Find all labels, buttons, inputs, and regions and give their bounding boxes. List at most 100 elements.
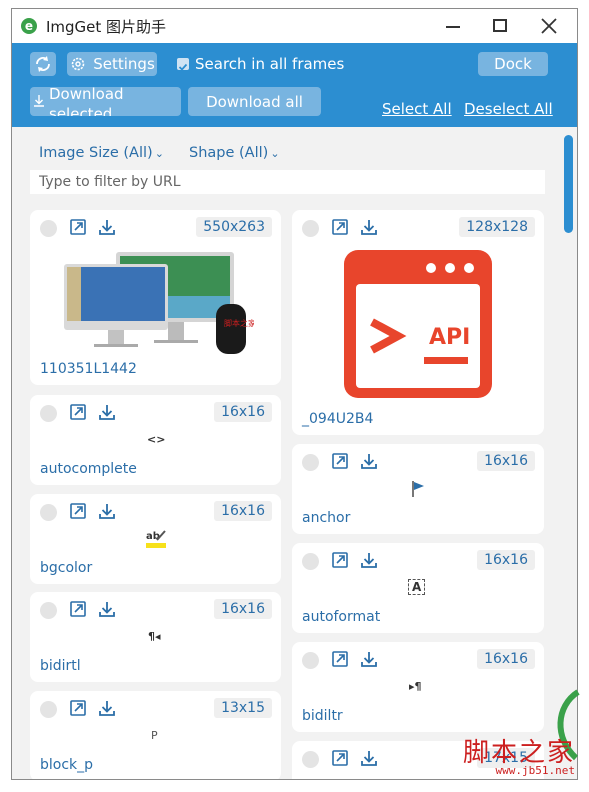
- download-icon[interactable]: [360, 749, 378, 767]
- select-radio[interactable]: [302, 652, 319, 669]
- block-p-thumbnail: P: [151, 729, 158, 742]
- open-external-icon[interactable]: [331, 452, 349, 470]
- chevron-down-icon: ⌄: [270, 147, 280, 160]
- open-external-icon[interactable]: [331, 650, 349, 668]
- select-radio[interactable]: [302, 454, 319, 471]
- deselect-all-link[interactable]: Deselect All: [464, 100, 553, 118]
- download-icon[interactable]: [360, 650, 378, 668]
- download-all-button[interactable]: Download all: [188, 87, 321, 116]
- image-size-badge: 16x16: [214, 599, 272, 619]
- image-card[interactable]: 128x128 API _094U2B4: [292, 210, 544, 435]
- download-icon[interactable]: [98, 699, 116, 717]
- select-radio[interactable]: [302, 220, 319, 237]
- gear-icon: [71, 57, 85, 71]
- dock-button[interactable]: Dock: [478, 52, 548, 76]
- image-size-badge: 16x16: [214, 402, 272, 422]
- open-external-icon[interactable]: [69, 218, 87, 236]
- refresh-button[interactable]: [30, 52, 56, 76]
- image-card[interactable]: 16x16 <> autocomplete: [30, 395, 281, 485]
- select-radio[interactable]: [302, 553, 319, 570]
- image-name: 110351L1442: [40, 361, 137, 377]
- image-size-badge: 16x16: [477, 550, 535, 570]
- maximize-icon: [493, 19, 507, 32]
- select-radio[interactable]: [40, 701, 57, 718]
- shape-dropdown[interactable]: Shape (All) ⌄: [189, 145, 280, 161]
- select-all-link[interactable]: Select All: [382, 100, 452, 118]
- open-external-icon[interactable]: [69, 502, 87, 520]
- download-icon[interactable]: [98, 403, 116, 421]
- download-icon[interactable]: [360, 452, 378, 470]
- close-icon: [541, 18, 557, 34]
- image-name: bidirtl: [40, 658, 81, 674]
- image-name: autoformat: [302, 609, 381, 625]
- minimize-icon: [446, 26, 460, 28]
- open-external-icon[interactable]: [331, 749, 349, 767]
- image-card[interactable]: 550x263 脚本之家 110351L1442: [30, 210, 281, 385]
- image-size-badge: 13x15: [214, 698, 272, 718]
- image-name: block_p: [40, 757, 94, 773]
- imgget-window: e ImgGet 图片助手 Settings Search in all fra…: [11, 8, 578, 780]
- image-name: _094U2B4: [302, 411, 374, 427]
- image-card[interactable]: 16x16 A autoformat: [292, 543, 544, 633]
- image-size-badge: 16x16: [477, 649, 535, 669]
- select-radio[interactable]: [40, 602, 57, 619]
- search-frames-label: Search in all frames: [195, 55, 345, 73]
- flag-icon: [412, 481, 424, 497]
- download-icon[interactable]: [360, 218, 378, 236]
- image-name: bgcolor: [40, 560, 93, 576]
- select-radio[interactable]: [40, 405, 57, 422]
- open-external-icon[interactable]: [69, 699, 87, 717]
- window-title: ImgGet 图片助手: [46, 18, 167, 36]
- download-selected-button[interactable]: Download selected: [30, 87, 181, 116]
- watermark-url: www.jb51.net: [495, 764, 575, 777]
- image-card[interactable]: 16x16 anchor: [292, 444, 544, 534]
- image-size-badge: 16x16: [214, 501, 272, 521]
- download-icon: [34, 95, 44, 107]
- app-logo-icon: e: [21, 18, 37, 34]
- bidirtl-thumbnail: ¶◂: [148, 630, 161, 643]
- url-filter-input[interactable]: [30, 170, 545, 194]
- autocomplete-thumbnail: <>: [147, 433, 166, 446]
- image-size-badge: 550x263: [196, 217, 272, 237]
- settings-button[interactable]: Settings: [67, 52, 157, 76]
- open-external-icon[interactable]: [331, 551, 349, 569]
- maximize-button[interactable]: [483, 13, 517, 39]
- open-external-icon[interactable]: [331, 218, 349, 236]
- image-size-badge: 128x128: [459, 217, 535, 237]
- download-icon[interactable]: [360, 551, 378, 569]
- image-name: bidiltr: [302, 708, 343, 724]
- image-name: anchor: [302, 510, 351, 526]
- api-thumbnail-text: API: [429, 325, 470, 350]
- image-size-label: Image Size (All): [39, 145, 153, 161]
- close-button[interactable]: [532, 13, 566, 39]
- image-card[interactable]: 16x16 ▸¶ bidiltr: [292, 642, 544, 732]
- search-frames-checkbox[interactable]: [177, 58, 189, 71]
- image-card[interactable]: 13x15 P block_p: [30, 691, 281, 779]
- minimize-button[interactable]: [436, 13, 470, 39]
- svg-text:脚本之家: 脚本之家: [224, 318, 254, 328]
- checkmark-icon: [178, 63, 188, 71]
- download-icon[interactable]: [98, 218, 116, 236]
- open-external-icon[interactable]: [69, 403, 87, 421]
- download-icon[interactable]: [98, 600, 116, 618]
- open-external-icon[interactable]: [69, 600, 87, 618]
- shape-label: Shape (All): [189, 145, 269, 161]
- bidiltr-thumbnail: ▸¶: [409, 680, 422, 693]
- toolbar: Settings Search in all frames Dock Downl…: [12, 43, 577, 127]
- chevron-down-icon: ⌄: [154, 147, 164, 160]
- image-card[interactable]: 16x16 ab bgcolor: [30, 494, 281, 584]
- image-size-dropdown[interactable]: Image Size (All) ⌄: [39, 145, 164, 161]
- image-size-badge: 16x16: [477, 451, 535, 471]
- svg-text:e: e: [25, 19, 33, 33]
- scrollbar[interactable]: [562, 127, 574, 779]
- select-radio[interactable]: [302, 751, 319, 768]
- select-radio[interactable]: [40, 504, 57, 521]
- dock-label: Dock: [494, 55, 532, 73]
- download-icon[interactable]: [98, 502, 116, 520]
- desktop-computer-image: 脚本之家: [64, 252, 254, 354]
- select-radio[interactable]: [40, 220, 57, 237]
- image-name: autocomplete: [40, 461, 137, 477]
- image-card[interactable]: 16x16 ¶◂ bidirtl: [30, 592, 281, 682]
- scrollbar-thumb[interactable]: [564, 135, 573, 233]
- download-all-label: Download all: [206, 92, 303, 111]
